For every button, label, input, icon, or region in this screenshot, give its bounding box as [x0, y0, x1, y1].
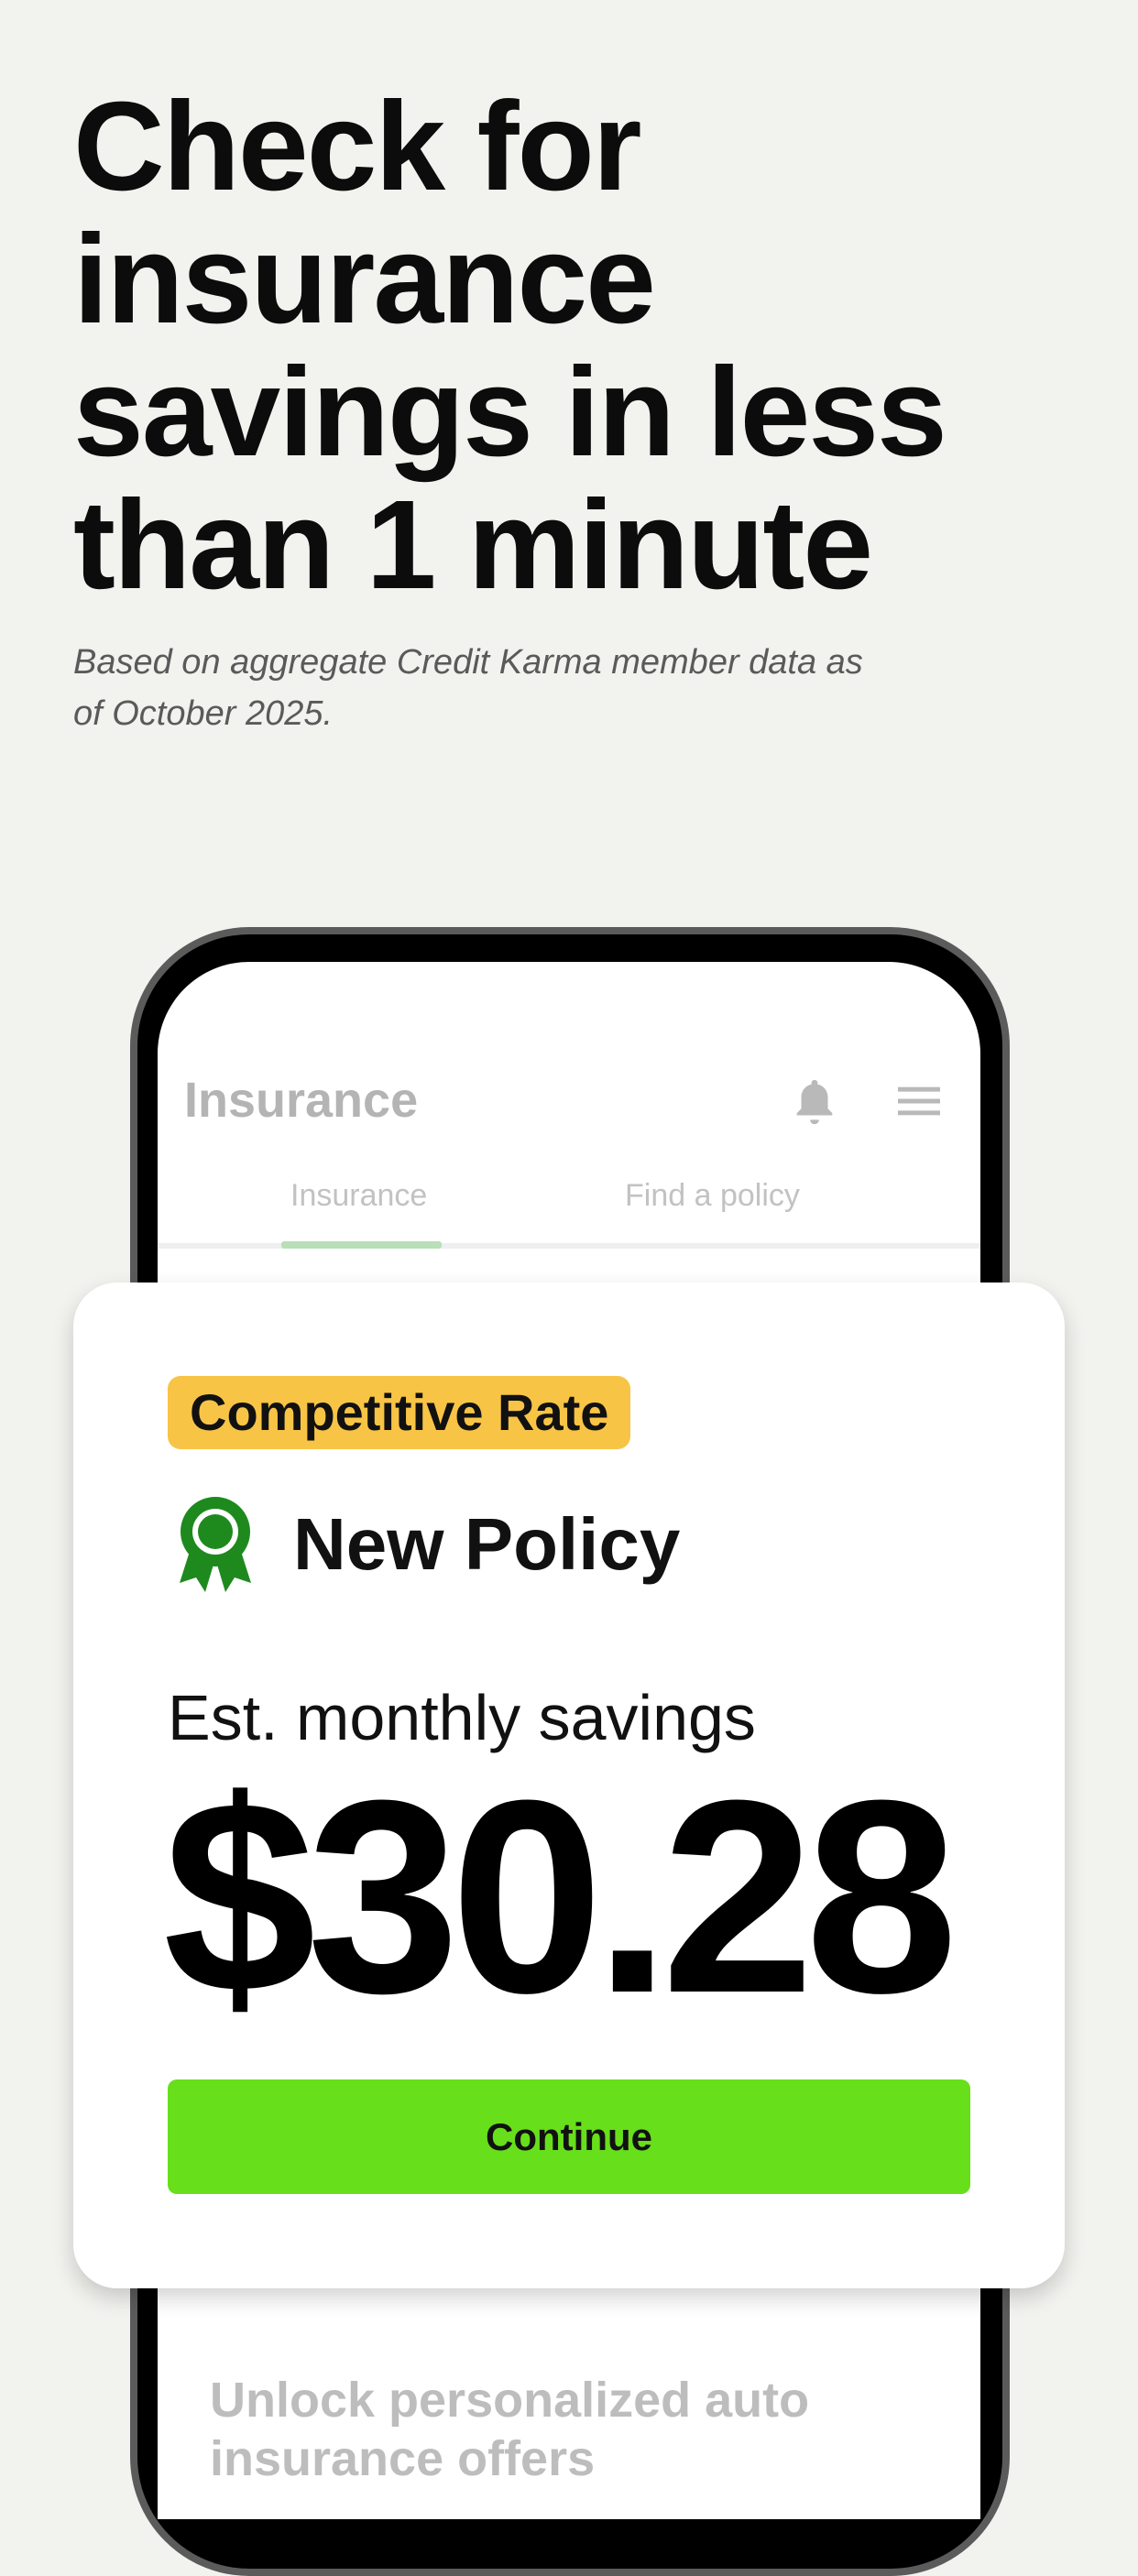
hero-headline: Check for insurance savings in less than…	[73, 76, 947, 616]
bell-icon[interactable]	[788, 1075, 841, 1129]
continue-button[interactable]: Continue	[168, 2079, 970, 2194]
tab-insurance[interactable]: Insurance	[290, 1178, 427, 1214]
award-ribbon-icon	[180, 1497, 251, 1592]
competitive-rate-badge: Competitive Rate	[168, 1376, 631, 1449]
offers-heading: Unlock personalized auto insurance offer…	[210, 2373, 810, 2486]
savings-amount: $30.28	[163, 1742, 958, 2050]
policy-title: New Policy	[293, 1503, 681, 1585]
hamburger-menu-icon[interactable]	[898, 1083, 940, 1119]
active-tab-indicator	[281, 1241, 442, 1249]
app-title: Insurance	[184, 1073, 419, 1128]
savings-card: Competitive Rate New Policy Est. monthly…	[73, 1283, 1065, 2288]
tab-find-a-policy[interactable]: Find a policy	[625, 1178, 800, 1214]
hero-disclaimer: Based on aggregate Credit Karma member d…	[73, 643, 863, 733]
